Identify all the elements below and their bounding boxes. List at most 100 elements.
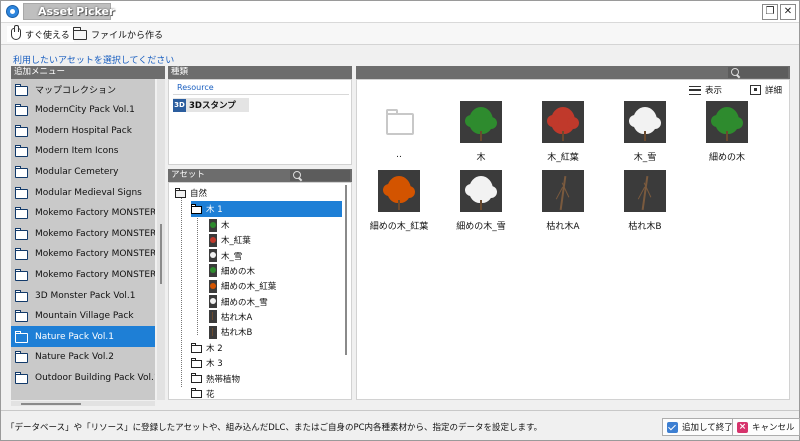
hscroll-thumb[interactable] [21,403,81,405]
tree-icon [460,170,502,212]
bare-tree-icon [209,325,217,339]
list-item-label: Modular Medieval Signs [35,187,142,198]
title-bar[interactable]: Asset Picker ❐ ✕ [1,1,799,23]
list-item-label: Mokemo Factory MONSTER P... [35,228,155,239]
folder-icon [15,289,29,302]
list-item-label: Mountain Village Pack [35,311,134,322]
package-list-scroll-thumb[interactable] [160,224,162,284]
tree-selected-folder-label: 木 1 [206,205,223,215]
tree-scroll-thumb[interactable] [345,185,347,355]
tree-folder-selected[interactable]: 木 1 [191,201,342,217]
asset-item[interactable]: 木_雪 [615,101,675,163]
package-list-hscroll[interactable] [11,401,155,406]
tab-from-file[interactable]: ファイルから作る [69,26,167,42]
list-item[interactable]: Mountain Village Pack [11,306,155,327]
folder-icon [15,268,29,281]
list-item-label: Mokemo Factory MONSTER P... [35,249,155,260]
tree-search-field[interactable] [290,170,350,181]
tree-guide-line [197,213,198,335]
asset-item[interactable]: 細めの木 [697,101,757,163]
asset-item[interactable]: 細めの木_紅葉 [369,170,429,232]
folder-icon [15,310,29,323]
tab-ready-to-use[interactable]: すぐ使える [7,25,74,42]
tree-leaf-item[interactable]: 枯れ木B [209,324,339,340]
list-item[interactable]: Modular Cemetery [11,161,155,182]
list-item[interactable]: Mokemo Factory MONSTER P... [11,203,155,224]
grid-search-field[interactable] [728,67,788,78]
tree-icon [706,101,748,143]
tree-root-nature[interactable]: 自然 [175,185,345,201]
list-item[interactable]: 3D Monster Pack Vol.1 [11,285,155,306]
parent-folder-item[interactable]: .. [369,101,429,160]
asset-item[interactable]: 枯れ木A [533,170,593,232]
folder-icon [15,83,29,96]
list-item-label: Mokemo Factory MONSTER P... [35,269,155,280]
title-plate: Asset Picker [23,3,114,20]
folder-icon [15,371,29,384]
list-item[interactable]: Mokemo Factory MONSTER P... [11,264,155,285]
tree-folder-label: 木 3 [206,359,223,370]
list-item-label: Nature Pack Vol.2 [35,352,114,363]
asset-tree[interactable]: 自然 木 1 木木_紅葉 木_雪 細めの木 細めの木_紅葉 細めの木_雪 枯れ木A 枯れ木B… [168,182,352,400]
asset-grid: 表示 詳細 .. 木 木_紅葉 木_雪 細めの木細めの木_紅葉 細めの木_雪 枯れ木A 枯れ木… [356,79,790,400]
list-item[interactable]: Outdoor Building Pack Vol.1 [11,367,155,388]
package-list[interactable]: マップコレクション ModernCity Pack Vol.1 Modern Hos… [11,79,155,400]
asset-item[interactable]: 細めの木_雪 [451,170,511,232]
tree-green-icon [209,264,217,278]
tree-leaf-item[interactable]: 木 [209,217,339,233]
list-item[interactable]: Mokemo Factory MONSTER P... [11,244,155,265]
list-item[interactable]: ModernCity Pack Vol.1 [11,100,155,121]
close-button[interactable]: ✕ [780,4,796,20]
category-section-label: Resource [177,83,214,92]
asset-item[interactable]: 木_紅葉 [533,101,593,163]
package-list-scrollbar[interactable] [157,79,165,400]
list-item-label: Nature Pack Vol.1 [35,331,114,342]
tree-leaf-item[interactable]: 枯れ木A [209,309,339,325]
folder-icon [15,145,29,158]
close-icon: × [737,421,748,433]
list-item[interactable]: Nature Pack Vol.2 [11,347,155,368]
list-item-label: 3D Monster Pack Vol.1 [35,290,136,301]
search-icon [731,68,740,77]
tree-leaf-item[interactable]: 木_紅葉 [209,232,339,248]
left-panel-title: 追加メニュー [14,67,66,77]
folder-open-icon [175,187,187,199]
view-list-button[interactable]: 表示 [689,83,722,97]
asset-label: 枯れ木B [628,222,662,232]
folder-icon [191,388,203,399]
tab-ready-label: すぐ使える [25,30,70,41]
instruction-text: 利用したいアセットを選択してください [13,56,175,66]
list-item[interactable]: Nature Pack Vol.1 [11,326,155,348]
tree-red-icon [209,233,217,247]
category-item-3d-stamp[interactable]: 3D 3Dスタンプ [173,98,249,112]
folder-icon [15,227,29,240]
tree-leaf-label: 枯れ木B [221,328,253,339]
asset-item[interactable]: 木 [451,101,511,163]
tree-leaf-item[interactable]: 細めの木_紅葉 [209,278,339,294]
list-item[interactable]: マップコレクション [11,79,155,100]
view-detail-button[interactable]: 詳細 [750,83,782,97]
tab-from-file-label: ファイルから作る [91,30,164,41]
tree-scrollbar[interactable] [342,183,350,399]
list-item[interactable]: Mokemo Factory MONSTER P... [11,223,155,244]
list-item[interactable]: Modern Hospital Pack [11,120,155,141]
asset-item[interactable]: 枯れ木B [615,170,675,232]
category-divider [173,94,349,95]
folder-open-icon [191,203,203,215]
tree-leaf-item[interactable]: 細めの木_雪 [209,294,339,310]
confirm-button[interactable]: 追加して終了 [662,418,738,436]
category-panel-header: 種類 [168,66,352,79]
tree-folder-item[interactable]: 熱帯植物 [191,371,331,387]
view-list-label: 表示 [705,86,723,96]
tree-leaf-item[interactable]: 細めの木 [209,263,339,279]
tree-folder-label: 木 2 [206,344,223,354]
list-item[interactable]: Modern Item Icons [11,141,155,162]
tree-folder-item[interactable]: 木 3 [191,355,331,371]
cancel-button[interactable]: × キャンセル [732,418,800,436]
restore-button[interactable]: ❐ [762,4,778,20]
tree-leaf-item[interactable]: 木_雪 [209,248,339,264]
tree-leaf-label: 木_紅葉 [221,236,251,247]
tree-folder-item[interactable]: 花 [191,386,331,399]
tree-folder-item[interactable]: 木 2 [191,340,331,356]
list-item[interactable]: Modular Medieval Signs [11,182,155,203]
